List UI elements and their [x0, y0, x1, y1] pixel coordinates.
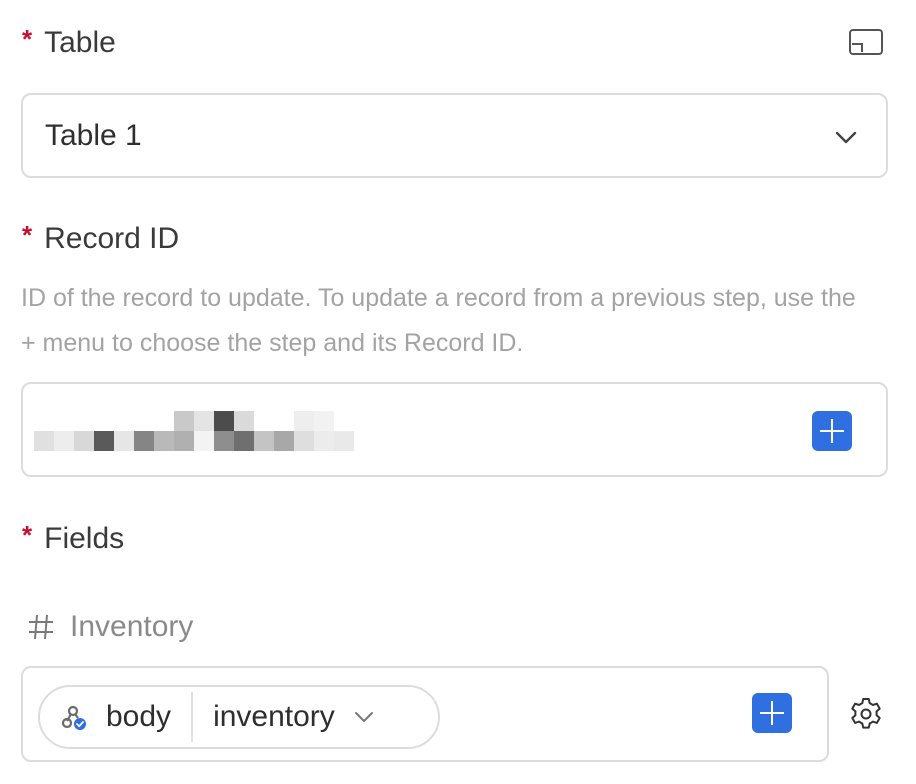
expand-icon[interactable] — [848, 28, 884, 56]
token-source: body — [106, 700, 172, 733]
table-select-value: Table 1 — [45, 118, 142, 152]
record-id-help-text: ID of the record to update. To update a … — [21, 284, 856, 357]
table-label: * Table — [22, 23, 116, 60]
hash-icon — [29, 614, 53, 640]
gear-icon[interactable] — [848, 696, 884, 732]
required-marker: * — [22, 23, 33, 54]
record-id-plus-button[interactable] — [812, 411, 852, 451]
redacted-value — [34, 411, 354, 451]
record-id-input[interactable] — [21, 382, 888, 477]
field-name: Inventory — [70, 610, 194, 643]
fields-label-text: Fields — [44, 522, 125, 555]
chevron-down-icon[interactable] — [353, 706, 375, 728]
required-marker: * — [22, 219, 33, 250]
variable-token[interactable]: body inventory — [38, 685, 440, 749]
fields-label: * Fields — [22, 519, 125, 556]
token-separator — [191, 692, 194, 742]
webhook-icon — [61, 705, 86, 730]
table-select[interactable]: Table 1 — [21, 93, 888, 178]
table-label-text: Table — [44, 26, 116, 59]
token-path: inventory — [213, 700, 335, 733]
record-id-label-text: Record ID — [44, 222, 180, 255]
required-marker: * — [22, 519, 33, 550]
record-id-label: * Record ID — [22, 219, 180, 256]
field-inventory-input[interactable]: body inventory — [21, 666, 829, 762]
field-inventory-plus-button[interactable] — [752, 693, 792, 733]
field-inventory-label: Inventory — [26, 610, 193, 644]
chevron-down-icon — [835, 131, 857, 144]
